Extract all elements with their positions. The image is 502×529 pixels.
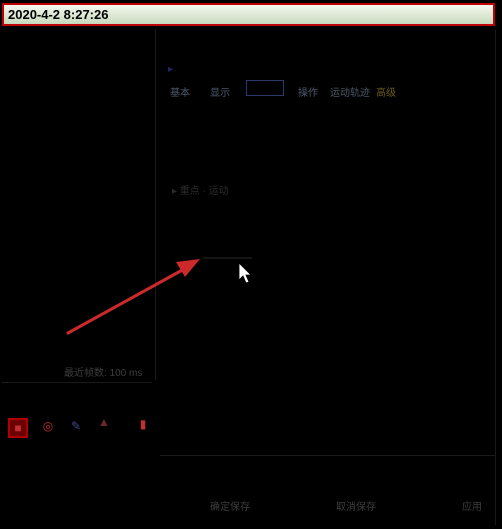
annotation-arrow bbox=[66, 259, 200, 335]
mouse-cursor-icon bbox=[238, 262, 252, 284]
annotation-layer bbox=[66, 257, 252, 335]
